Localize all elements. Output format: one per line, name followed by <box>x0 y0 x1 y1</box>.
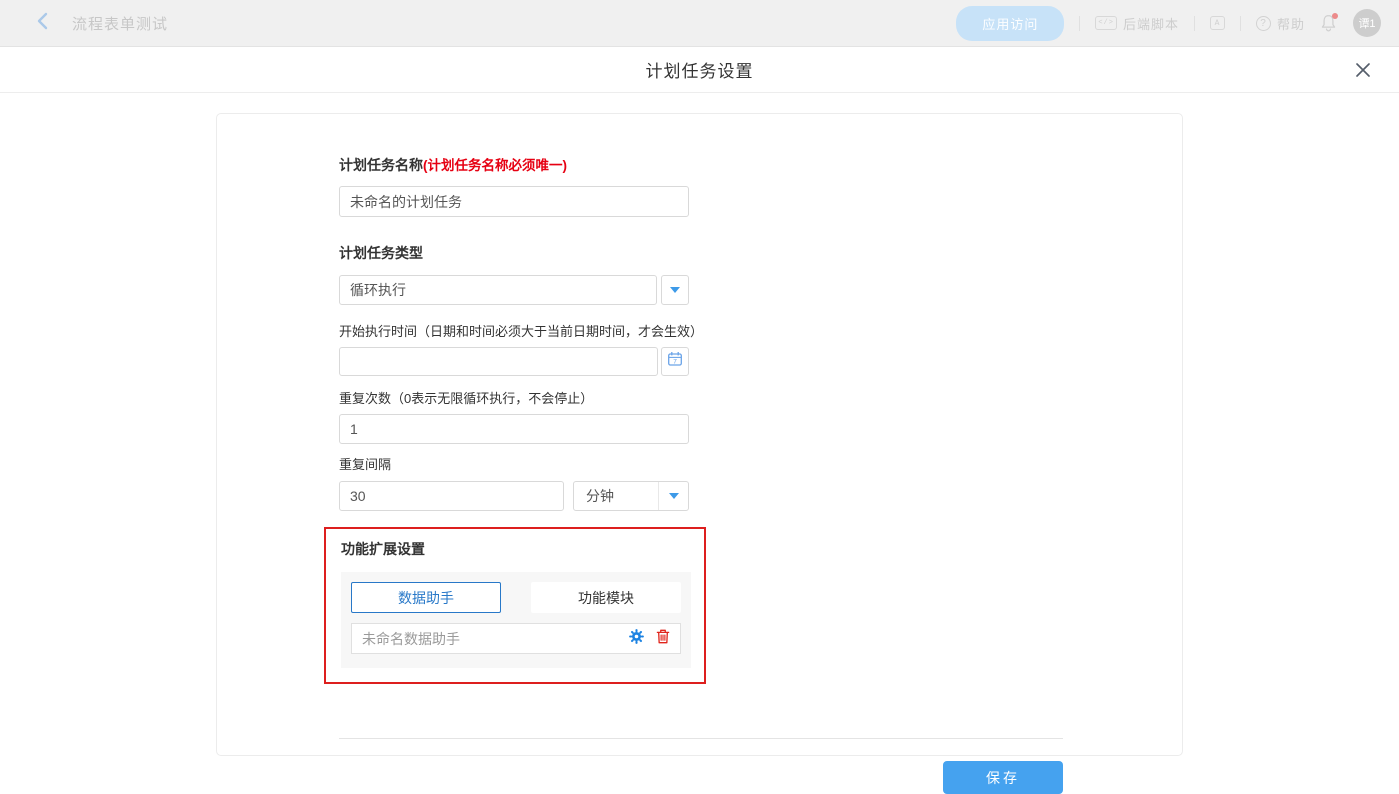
start-time-label: 开始执行时间（日期和时间必须大于当前日期时间，才会生效） <box>339 321 1182 340</box>
contacts-button[interactable]: A <box>1210 16 1225 30</box>
close-button[interactable] <box>1353 60 1373 80</box>
backend-script-button[interactable]: </> 后端脚本 <box>1095 14 1179 33</box>
dialog-title: 计划任务设置 <box>646 57 754 82</box>
contact-card-icon: A <box>1210 16 1225 30</box>
bell-icon <box>1320 19 1337 36</box>
divider <box>1194 16 1195 31</box>
page-title: 流程表单测试 <box>72 13 168 34</box>
save-button[interactable]: 保存 <box>943 761 1063 794</box>
task-name-label: 计划任务名称(计划任务名称必须唯一) <box>339 154 1182 175</box>
svg-text:7: 7 <box>673 359 677 366</box>
interval-unit-select[interactable]: 分钟 <box>573 481 689 511</box>
interval-unit-value: 分钟 <box>574 486 658 506</box>
task-type-select[interactable]: 循环执行 <box>339 275 657 305</box>
calendar-button[interactable]: 7 <box>661 347 689 376</box>
extension-panel: 数据助手 功能模块 未命名数据助手 <box>341 572 691 668</box>
start-time-input[interactable] <box>339 347 658 376</box>
gear-icon <box>629 629 644 649</box>
annotation-box: 功能扩展设置 数据助手 功能模块 未命名数据助手 <box>324 527 706 684</box>
back-button[interactable] <box>32 13 52 33</box>
data-assistant-item[interactable]: 未命名数据助手 <box>351 623 681 654</box>
topbar: 流程表单测试 应用访问 </> 后端脚本 A ? 帮助 谭1 <box>0 0 1399 47</box>
data-assistant-name: 未命名数据助手 <box>362 629 617 649</box>
chevron-left-icon <box>36 12 48 35</box>
tab-function-module[interactable]: 功能模块 <box>531 582 681 613</box>
repeat-count-input[interactable] <box>339 414 689 444</box>
help-button[interactable]: ? 帮助 <box>1256 14 1305 33</box>
divider <box>1240 16 1241 31</box>
configure-button[interactable] <box>629 629 644 649</box>
repeat-count-label: 重复次数（0表示无限循环执行，不会停止） <box>339 388 1182 407</box>
notification-dot <box>1332 13 1338 19</box>
delete-button[interactable] <box>656 629 670 649</box>
divider <box>1079 16 1080 31</box>
app-access-button[interactable]: 应用访问 <box>956 6 1064 41</box>
avatar[interactable]: 谭1 <box>1353 9 1381 37</box>
extension-settings-label: 功能扩展设置 <box>341 539 704 559</box>
extension-tabs: 数据助手 功能模块 <box>351 582 681 613</box>
tab-data-assistant[interactable]: 数据助手 <box>351 582 501 613</box>
task-type-dropdown-button[interactable] <box>661 275 689 305</box>
task-name-input[interactable] <box>339 186 689 217</box>
repeat-interval-input[interactable] <box>339 481 564 511</box>
footer-divider <box>339 738 1063 739</box>
chevron-down-icon <box>670 287 680 293</box>
code-icon: </> <box>1095 16 1117 30</box>
settings-card: 计划任务名称(计划任务名称必须唯一) 计划任务类型 循环执行 开始执行时间（日期… <box>216 113 1183 756</box>
chevron-down-icon <box>669 493 679 499</box>
question-circle-icon: ? <box>1256 16 1271 31</box>
repeat-interval-label: 重复间隔 <box>339 454 1182 473</box>
help-label: 帮助 <box>1277 14 1305 33</box>
dialog-header: 计划任务设置 <box>0 47 1399 93</box>
scheduled-task-form: 计划任务名称(计划任务名称必须唯一) 计划任务类型 循环执行 开始执行时间（日期… <box>217 114 1182 794</box>
trash-icon <box>656 629 670 649</box>
close-icon <box>1353 67 1373 84</box>
interval-unit-dropdown-button[interactable] <box>658 482 688 510</box>
notification-bell-button[interactable] <box>1320 14 1338 32</box>
task-name-required-note: (计划任务名称必须唯一) <box>423 158 567 173</box>
task-type-label: 计划任务类型 <box>339 243 1182 263</box>
calendar-icon: 7 <box>667 351 683 372</box>
backend-script-label: 后端脚本 <box>1123 14 1179 33</box>
